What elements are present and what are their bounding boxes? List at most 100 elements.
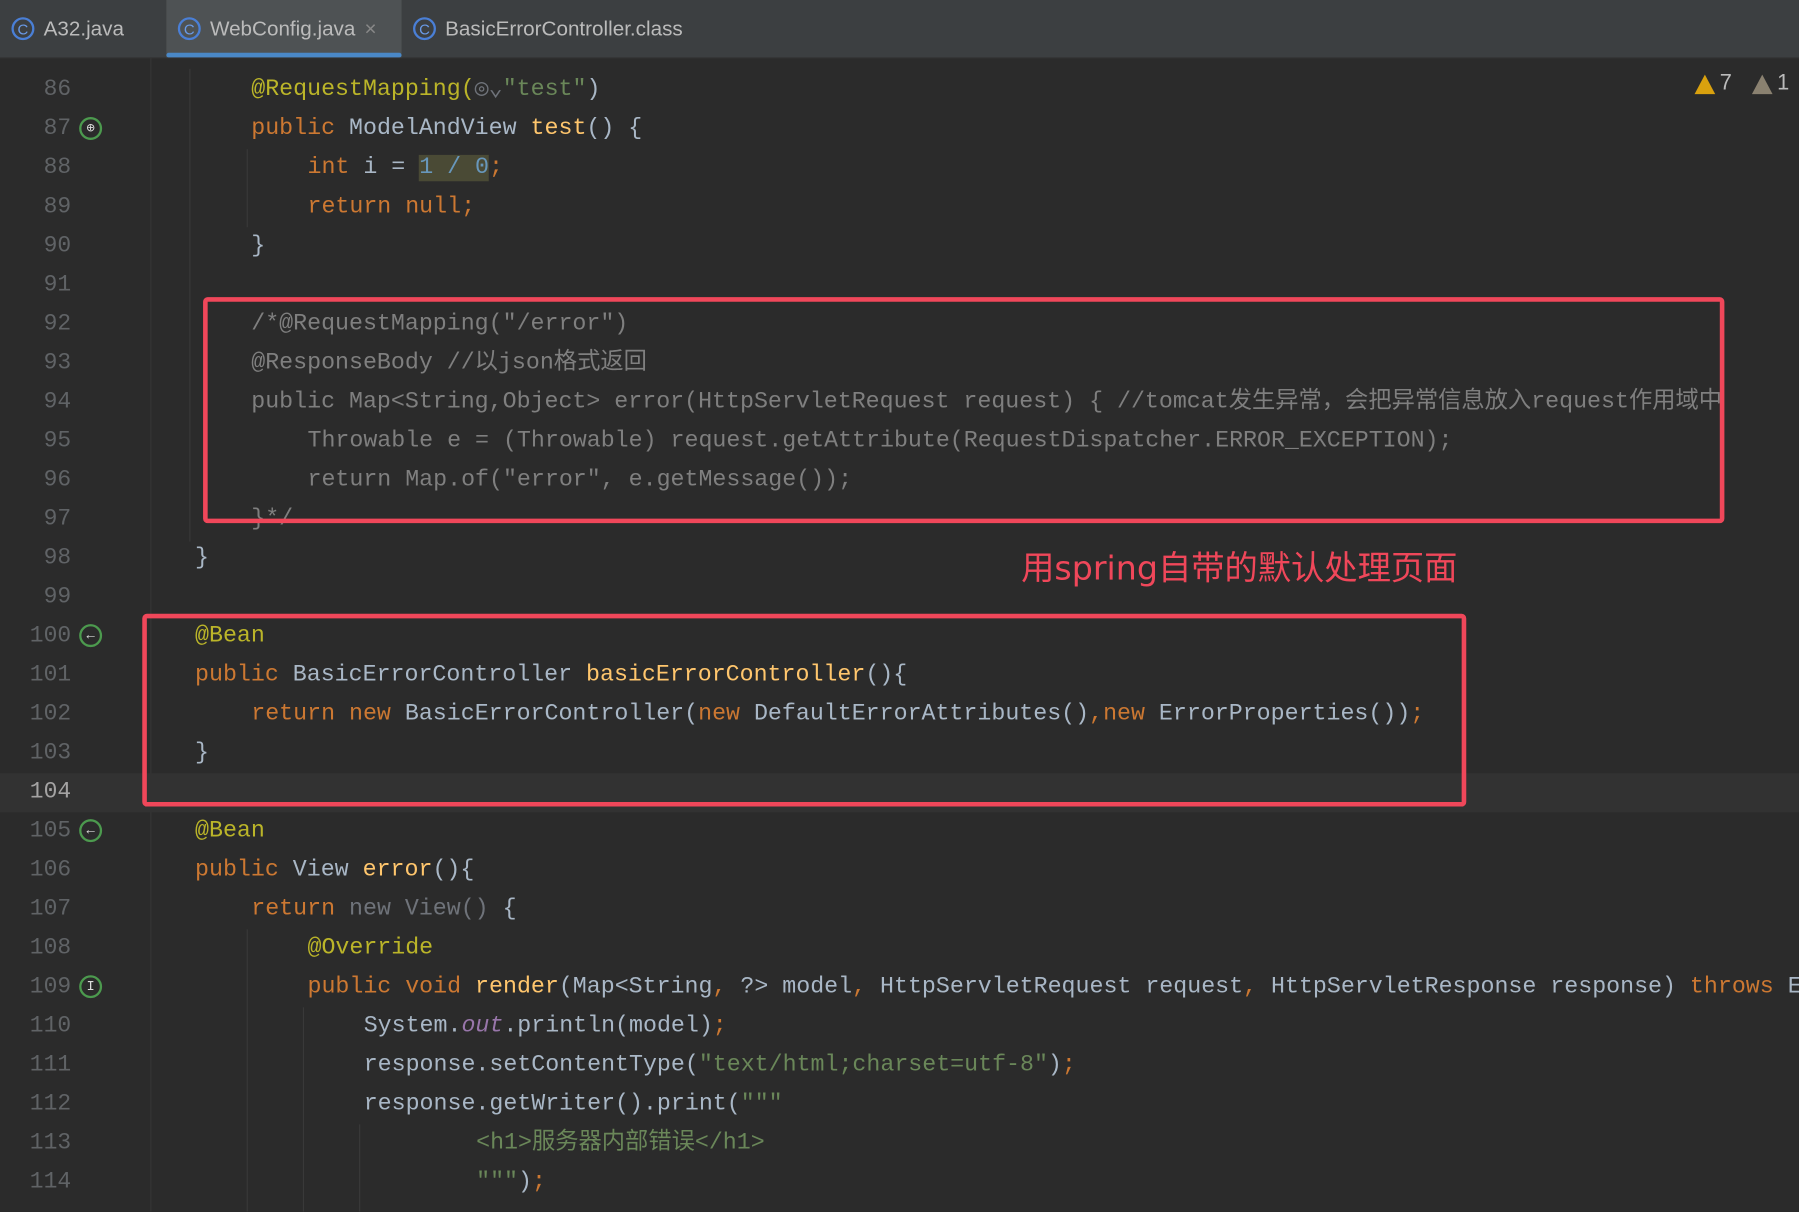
- code-line[interactable]: 86 @RequestMapping(◎⌄"test"): [0, 71, 1799, 110]
- code-token: new View(): [349, 896, 503, 923]
- code-token: public void: [307, 974, 476, 1001]
- code-line[interactable]: 98}: [0, 539, 1799, 578]
- line-number[interactable]: 94: [0, 383, 72, 422]
- line-number[interactable]: 89: [0, 188, 72, 227]
- code-line[interactable]: 109 Ipublic void render(Map<String, ?> mo…: [0, 968, 1799, 1007]
- tab-label: A32.java: [43, 16, 124, 40]
- code-token: System.: [363, 1013, 462, 1040]
- code-line[interactable]: 88 int i = 1 / 0;: [0, 149, 1799, 188]
- line-number[interactable]: 114: [0, 1163, 71, 1202]
- code-text: response.setContentType("text/html;chars…: [364, 1046, 1076, 1085]
- line-number[interactable]: 105: [0, 812, 71, 851]
- code-token: ;: [531, 1169, 546, 1196]
- code-line[interactable]: 111 response.setContentType("text/html;ch…: [0, 1046, 1799, 1085]
- code-token: }: [195, 544, 210, 572]
- code-token: ;: [1061, 1052, 1076, 1079]
- code-line[interactable]: 90}: [0, 227, 1799, 266]
- line-number[interactable]: 107: [0, 890, 71, 929]
- tab-label: BasicErrorController.class: [445, 16, 683, 40]
- code-token: ,: [852, 974, 881, 1001]
- line-number[interactable]: 97: [0, 500, 72, 539]
- line-number[interactable]: 104: [0, 773, 71, 812]
- code-token: () {: [586, 115, 643, 143]
- line-number[interactable]: 99: [0, 578, 72, 617]
- code-token: (){: [432, 857, 475, 884]
- code-token: ): [518, 1169, 532, 1196]
- code-token: ,: [1243, 974, 1272, 1001]
- code-token: @Bean: [195, 818, 265, 845]
- code-line[interactable]: 106 public View error(){: [0, 851, 1799, 890]
- web-endpoint-icon[interactable]: ⊕: [79, 117, 103, 140]
- code-text: System.out.println(model);: [364, 1007, 727, 1046]
- tab-a32-java[interactable]: C A32.java: [0, 0, 166, 57]
- line-number[interactable]: 92: [0, 305, 72, 344]
- bean-icon[interactable]: ←: [79, 624, 103, 648]
- line-number[interactable]: 88: [0, 149, 72, 188]
- line-number[interactable]: 103: [0, 734, 71, 773]
- code-line[interactable]: 110 System.out.println(model);: [0, 1007, 1799, 1046]
- annotation-label: 用spring自带的默认处理页面: [1021, 548, 1458, 588]
- line-number[interactable]: 100: [0, 617, 71, 656]
- line-number[interactable]: 110: [0, 1007, 71, 1046]
- code-token: HttpServletResponse response): [1271, 974, 1690, 1001]
- line-number[interactable]: 106: [0, 851, 71, 890]
- line-number[interactable]: 101: [0, 656, 71, 695]
- warnings-indicator[interactable]: 7: [1694, 71, 1732, 96]
- bean-icon[interactable]: ←: [79, 819, 103, 843]
- code-line[interactable]: 114 """);: [0, 1163, 1799, 1202]
- code-token: public: [195, 857, 293, 884]
- line-number[interactable]: 87: [0, 110, 72, 149]
- tab-webconfig-java[interactable]: C WebConfig.java ×: [166, 0, 402, 58]
- line-number[interactable]: 91: [0, 266, 72, 305]
- line-number[interactable]: 108: [0, 929, 71, 968]
- code-text: }: [195, 539, 209, 578]
- line-number[interactable]: 90: [0, 227, 72, 266]
- weak-warnings-indicator[interactable]: 1: [1751, 71, 1789, 96]
- code-line[interactable]: 112 response.getWriter().print(""": [0, 1085, 1799, 1124]
- code-line[interactable]: 105 ← @Bean: [0, 812, 1799, 851]
- code-token: @Override: [307, 935, 434, 962]
- close-tab-icon[interactable]: ×: [365, 17, 377, 41]
- tab-label: WebConfig.java: [209, 16, 356, 40]
- annotation-box-basic-error-controller: [142, 613, 1467, 807]
- code-token: HttpServletRequest request: [880, 974, 1244, 1001]
- code-token: throws: [1689, 974, 1788, 1001]
- editor-tab-bar: C A32.java C WebConfig.java × C BasicErr…: [0, 0, 1799, 59]
- line-number[interactable]: 102: [0, 695, 71, 734]
- code-token: ;: [489, 154, 503, 182]
- line-number[interactable]: 111: [0, 1046, 71, 1085]
- code-text: response.getWriter().print(""": [364, 1085, 783, 1124]
- line-number[interactable]: 109: [0, 968, 71, 1007]
- code-line[interactable]: 107 return new View() {: [0, 890, 1799, 929]
- code-token: render: [475, 974, 559, 1001]
- line-number[interactable]: 98: [0, 539, 72, 578]
- implements-method-icon[interactable]: I: [79, 975, 103, 999]
- code-line[interactable]: 113 <h1>服务器内部错误</h1>: [0, 1124, 1799, 1163]
- code-text: return null;: [307, 188, 475, 227]
- line-number[interactable]: 86: [0, 71, 72, 110]
- class-icon: C: [413, 17, 436, 41]
- warning-icon: [1694, 74, 1716, 94]
- line-number[interactable]: 93: [0, 344, 72, 383]
- code-text: @Override: [307, 929, 433, 968]
- code-line[interactable]: 87 ⊕ public ModelAndView test() {: [0, 110, 1799, 149]
- weak-warning-icon: [1751, 74, 1773, 94]
- line-number[interactable]: 95: [0, 422, 72, 461]
- line-number[interactable]: 113: [0, 1124, 71, 1163]
- code-text: <h1>服务器内部错误</h1>: [476, 1124, 765, 1163]
- code-line[interactable]: 89 return null;: [0, 188, 1799, 227]
- code-token: 1 / 0: [419, 154, 490, 182]
- tab-basicerrorcontroller-class[interactable]: C BasicErrorController.class: [402, 0, 712, 57]
- code-token: View: [292, 857, 363, 884]
- code-token: ;: [712, 1013, 727, 1040]
- code-token: ): [1047, 1052, 1062, 1079]
- code-text: @RequestMapping(◎⌄"test"): [251, 71, 600, 110]
- code-line[interactable]: 108 @Override: [0, 929, 1799, 968]
- code-line[interactable]: 99: [0, 578, 1799, 617]
- line-number[interactable]: 96: [0, 461, 72, 500]
- code-token: @RequestMapping(: [251, 76, 475, 104]
- code-token: public: [251, 115, 350, 143]
- code-token: response.getWriter().print(: [363, 1091, 741, 1118]
- code-token: i =: [363, 154, 420, 182]
- line-number[interactable]: 112: [0, 1085, 71, 1124]
